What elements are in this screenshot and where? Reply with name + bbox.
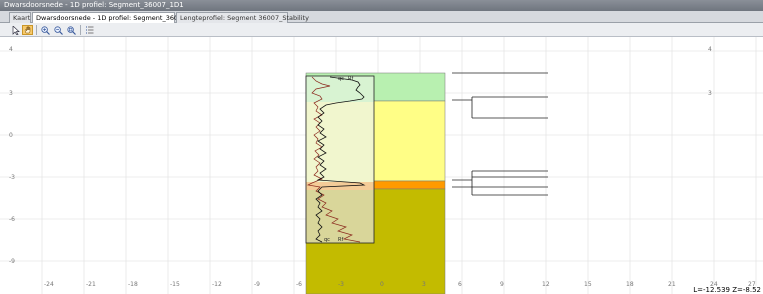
toolbar bbox=[0, 23, 763, 37]
x-tick-m12: -12 bbox=[212, 281, 222, 288]
cpt-label-rf-top: Rf bbox=[348, 76, 353, 82]
y-tick-0: 0 bbox=[9, 132, 13, 139]
x-tick-0: 0 bbox=[380, 281, 384, 288]
x-tick-m21: -21 bbox=[86, 281, 96, 288]
cpt-label-qc-top: qc bbox=[338, 76, 344, 82]
cpt-panel: qc Rf qc Rf bbox=[305, 75, 375, 244]
x-tick-m3: -3 bbox=[338, 281, 344, 288]
coordinate-readout: L=-12.539 Z=-8.52 bbox=[693, 286, 761, 294]
x-tick-m24: -24 bbox=[44, 281, 54, 288]
legend-list-icon[interactable] bbox=[84, 25, 95, 35]
y-tick-3: 3 bbox=[9, 90, 13, 97]
x-tick-6: 6 bbox=[458, 281, 462, 288]
zoom-in-icon[interactable] bbox=[40, 25, 51, 35]
tab-dwarsdoorsnede[interactable]: Dwarsdoorsnede - 1D profiel: Segment_360… bbox=[32, 12, 203, 23]
x-tick-m15: -15 bbox=[170, 281, 180, 288]
y-tick-m9: -9 bbox=[9, 258, 15, 265]
x-tick-12: 12 bbox=[542, 281, 550, 288]
y-tick-4: 4 bbox=[9, 46, 13, 53]
x-tick-3: 3 bbox=[422, 281, 426, 288]
x-tick-m9: -9 bbox=[254, 281, 260, 288]
zoom-out-icon[interactable] bbox=[53, 25, 64, 35]
y-tick-right-4: 4 bbox=[708, 46, 712, 53]
tab-lengteprofiel[interactable]: Lengteprofiel: Segment 36007_Stability bbox=[176, 12, 309, 23]
pan-hand-icon[interactable] bbox=[22, 25, 33, 35]
y-tick-m6: -6 bbox=[9, 216, 15, 223]
cross-section-plot[interactable]: qc Rf qc Rf 4 3 0 -3 -6 -9 4 3 -24 -21 -… bbox=[0, 37, 763, 294]
x-tick-21: 21 bbox=[668, 281, 676, 288]
pointer-arrow-icon[interactable] bbox=[10, 25, 21, 35]
x-tick-m18: -18 bbox=[128, 281, 138, 288]
tab-kaart[interactable]: Kaart bbox=[9, 12, 31, 23]
x-tick-18: 18 bbox=[626, 281, 634, 288]
y-tick-right-3: 3 bbox=[708, 90, 712, 97]
zoom-extent-icon[interactable] bbox=[66, 25, 77, 35]
x-tick-m6: -6 bbox=[296, 281, 302, 288]
cpt-label-rf-bottom: Rf bbox=[338, 237, 343, 243]
tab-bar: Kaart Dwarsdoorsnede - 1D profiel: Segme… bbox=[0, 11, 763, 23]
cpt-label-qc-bottom: qc bbox=[324, 237, 330, 243]
window-title: Dwarsdoorsnede - 1D profiel: Segment_360… bbox=[0, 0, 763, 11]
x-tick-15: 15 bbox=[584, 281, 592, 288]
x-tick-9: 9 bbox=[500, 281, 504, 288]
y-tick-m3: -3 bbox=[9, 174, 15, 181]
